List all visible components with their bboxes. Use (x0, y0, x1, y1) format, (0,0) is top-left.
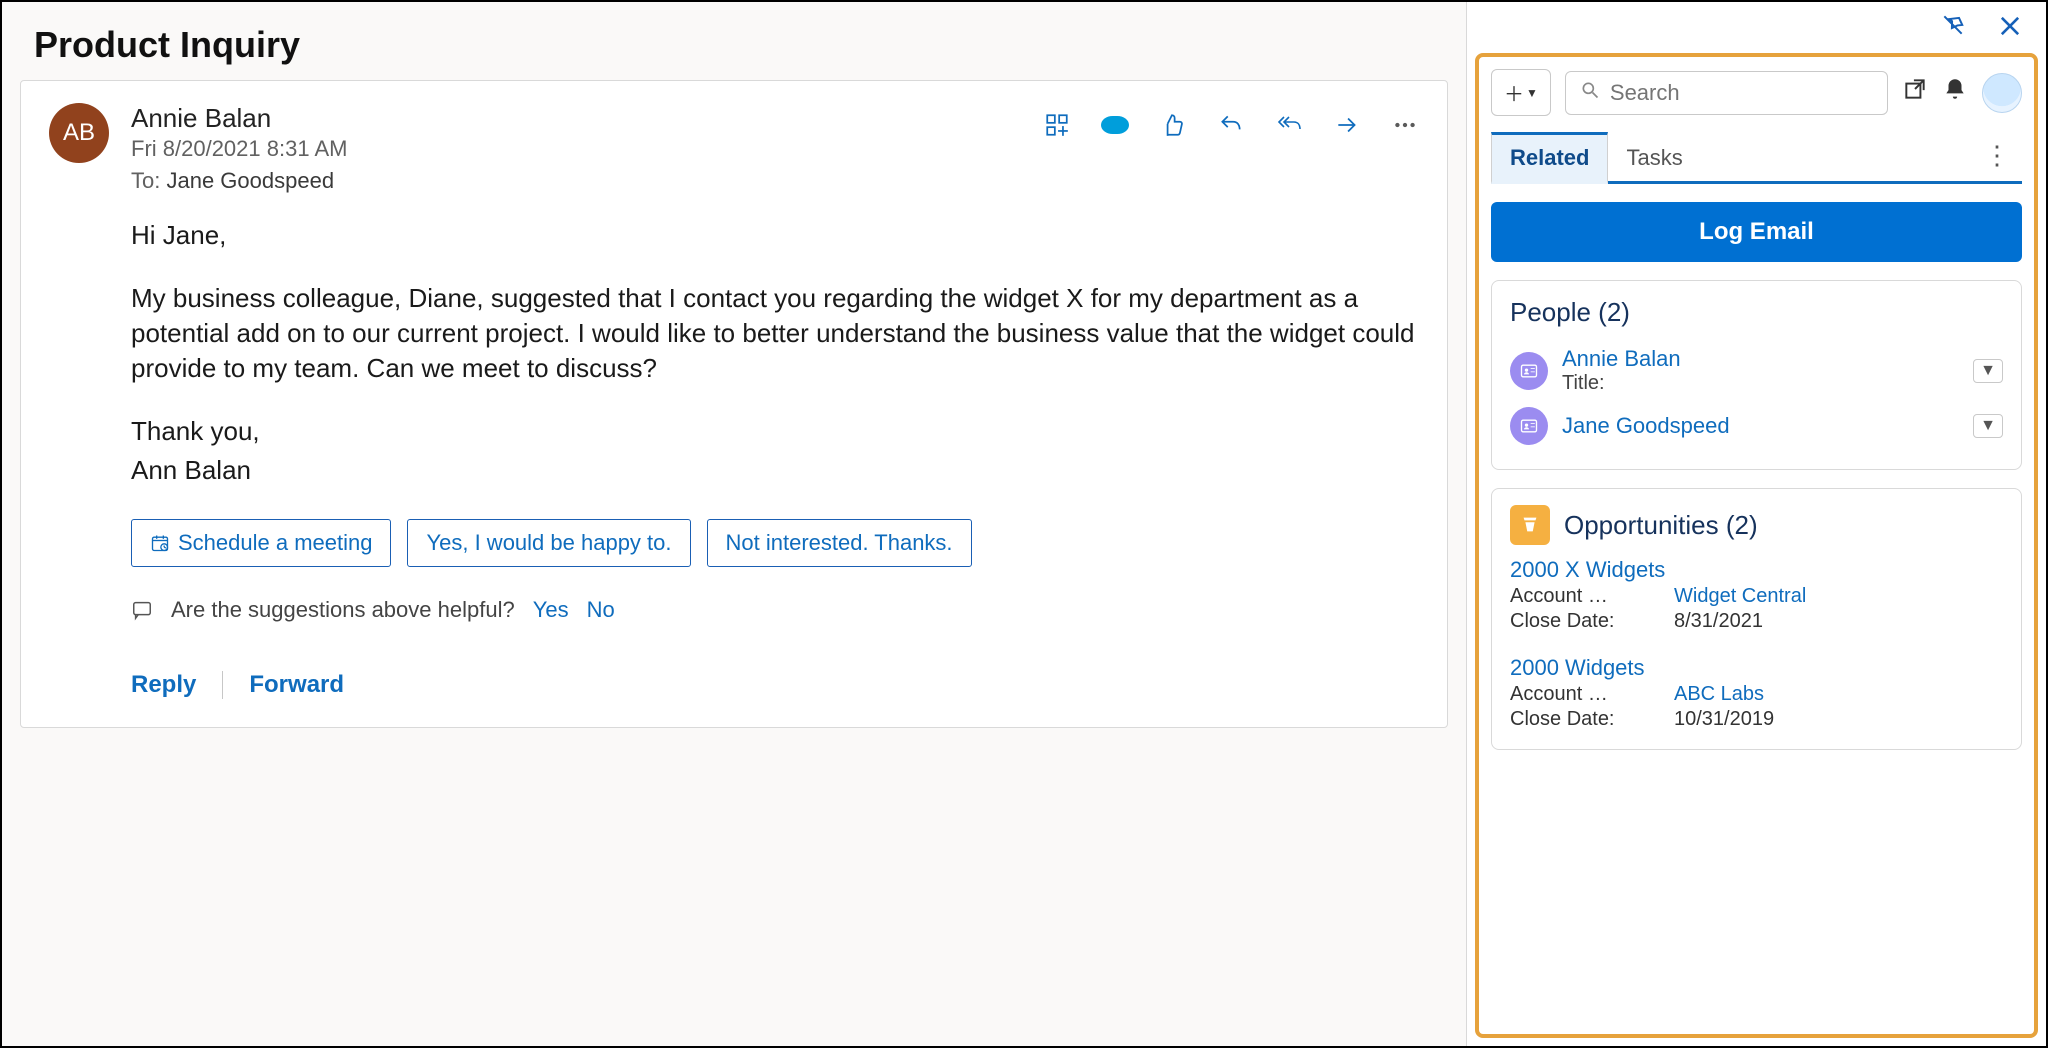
person-name[interactable]: Jane Goodspeed (1562, 413, 1959, 439)
feedback-yes[interactable]: Yes (533, 597, 569, 623)
panel-tabs: Related Tasks ⋮ (1491, 132, 2022, 184)
body-thanks: Thank you, (131, 414, 1419, 449)
calendar-icon (150, 533, 170, 553)
body-greeting: Hi Jane, (131, 218, 1419, 253)
more-icon[interactable] (1391, 111, 1419, 139)
opportunities-header: Opportunities (2) (1564, 510, 1758, 541)
sender-name: Annie Balan (131, 103, 1043, 134)
reply-forward-row: Reply Forward (131, 671, 1419, 699)
feedback-icon (131, 599, 153, 621)
suggestion-label: Yes, I would be happy to. (426, 530, 671, 556)
plus-icon: ＋ (1504, 78, 1524, 107)
apps-icon[interactable] (1043, 111, 1071, 139)
opportunity-name[interactable]: 2000 Widgets (1510, 655, 2003, 681)
email-subject: Product Inquiry (20, 24, 1448, 66)
sender-avatar: AB (49, 103, 109, 163)
salesforce-icon[interactable] (1101, 111, 1129, 139)
account-link[interactable]: ABC Labs (1674, 683, 1764, 706)
close-date-label: Close Date: (1510, 708, 1650, 731)
side-panel: ＋ ▼ Related Tasks (1466, 2, 2046, 1046)
chevron-down-icon: ▼ (1526, 86, 1538, 100)
chevron-down-icon[interactable]: ▼ (1973, 414, 2003, 438)
person-row[interactable]: Jane Goodspeed ▼ (1510, 401, 2003, 451)
email-actions (1043, 111, 1419, 139)
log-email-button[interactable]: Log Email (1491, 202, 2022, 262)
search-icon (1580, 80, 1600, 106)
suggestion-yes-happy[interactable]: Yes, I would be happy to. (407, 519, 690, 567)
suggestion-label: Not interested. Thanks. (726, 530, 953, 556)
like-icon[interactable] (1159, 111, 1187, 139)
close-date-value: 10/31/2019 (1674, 708, 1774, 731)
opportunity-item: 2000 Widgets Account … ABC Labs Close Da… (1510, 655, 2003, 731)
person-name[interactable]: Annie Balan (1562, 346, 1959, 372)
salesforce-panel: ＋ ▼ Related Tasks (1475, 53, 2038, 1038)
avatar-icon[interactable] (1982, 73, 2022, 113)
popout-icon[interactable] (1902, 76, 1928, 109)
new-button[interactable]: ＋ ▼ (1491, 69, 1551, 116)
opportunity-name[interactable]: 2000 X Widgets (1510, 557, 2003, 583)
suggestion-label: Schedule a meeting (178, 530, 372, 556)
search-field[interactable] (1565, 71, 1888, 115)
contact-icon (1510, 352, 1548, 390)
to-recipient: Jane Goodspeed (166, 168, 334, 193)
suggested-replies: Schedule a meeting Yes, I would be happy… (131, 519, 1419, 567)
feedback-no[interactable]: No (587, 597, 615, 623)
contact-icon (1510, 407, 1548, 445)
feedback-prompt: Are the suggestions above helpful? (171, 597, 515, 623)
feedback-row: Are the suggestions above helpful? Yes N… (131, 597, 1419, 623)
suggestion-schedule-meeting[interactable]: Schedule a meeting (131, 519, 391, 567)
person-subtitle: Title: (1562, 372, 1959, 395)
body-paragraph: My business colleague, Diane, suggested … (131, 281, 1419, 386)
to-line: To: Jane Goodspeed (131, 168, 1043, 194)
close-icon[interactable] (1996, 12, 2024, 47)
person-row[interactable]: Annie Balan Title: ▼ (1510, 340, 2003, 401)
email-body: Hi Jane, My business colleague, Diane, s… (131, 218, 1419, 489)
tab-tasks[interactable]: Tasks (1608, 135, 1700, 181)
close-date-value: 8/31/2021 (1674, 610, 1763, 633)
divider (222, 671, 223, 699)
opportunity-item: 2000 X Widgets Account … Widget Central … (1510, 557, 2003, 633)
forward-button[interactable]: Forward (249, 671, 344, 699)
tab-overflow-icon[interactable]: ⋮ (1972, 140, 2022, 181)
body-signature: Ann Balan (131, 453, 1419, 488)
opportunity-icon (1510, 505, 1550, 545)
email-timestamp: Fri 8/20/2021 8:31 AM (131, 136, 1043, 162)
people-header: People (2) (1510, 297, 2003, 328)
email-card: AB Annie Balan Fri 8/20/2021 8:31 AM To:… (20, 80, 1448, 728)
account-label: Account … (1510, 683, 1650, 706)
reply-icon[interactable] (1217, 111, 1245, 139)
account-label: Account … (1510, 585, 1650, 608)
people-card: People (2) Annie Balan Title: ▼ (1491, 280, 2022, 470)
search-input[interactable] (1610, 80, 1873, 106)
pin-icon[interactable] (1940, 12, 1966, 47)
suggestion-not-interested[interactable]: Not interested. Thanks. (707, 519, 972, 567)
chevron-down-icon[interactable]: ▼ (1973, 359, 2003, 383)
forward-icon[interactable] (1333, 111, 1361, 139)
reply-all-icon[interactable] (1275, 111, 1303, 139)
opportunities-card: Opportunities (2) 2000 X Widgets Account… (1491, 488, 2022, 750)
account-link[interactable]: Widget Central (1674, 585, 1806, 608)
close-date-label: Close Date: (1510, 610, 1650, 633)
reply-button[interactable]: Reply (131, 671, 196, 699)
tab-related[interactable]: Related (1491, 132, 1608, 184)
to-label: To: (131, 168, 160, 193)
bell-icon[interactable] (1942, 76, 1968, 109)
